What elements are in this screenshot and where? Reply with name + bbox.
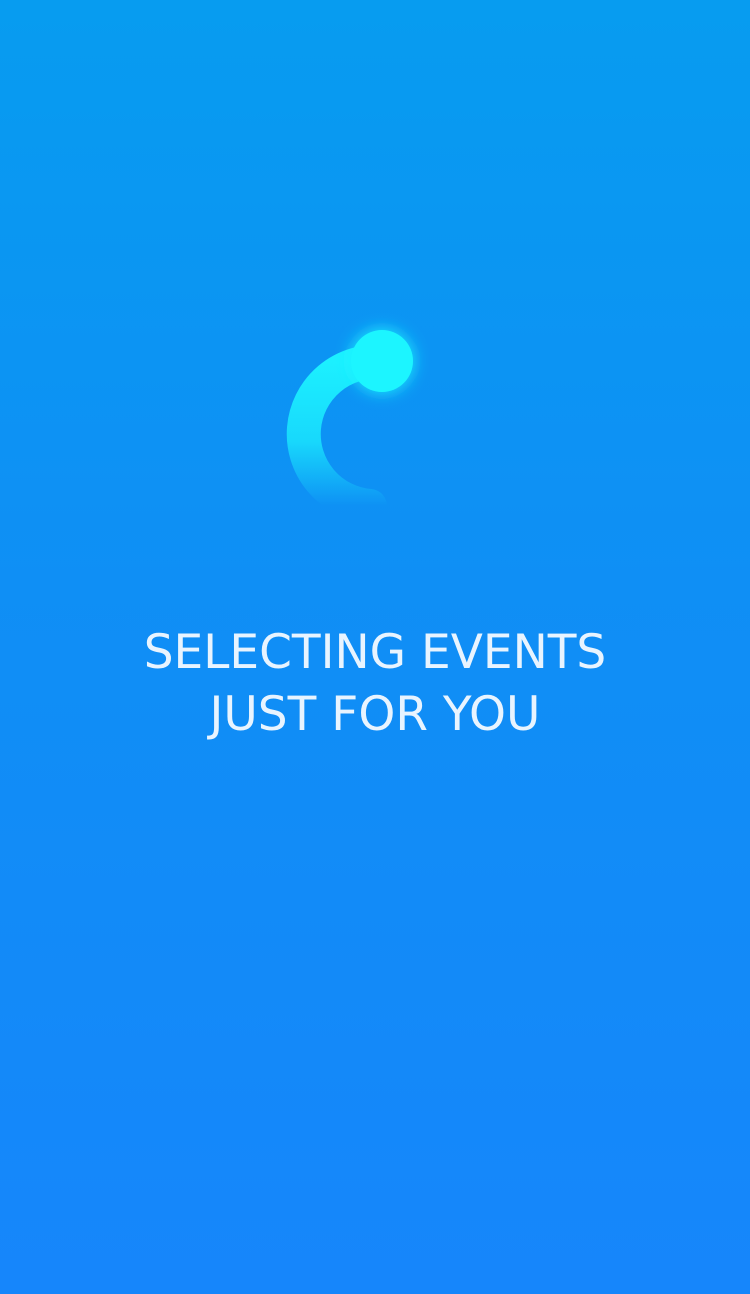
loading-message: SELECTING EVENTS JUST FOR YOU [0, 622, 750, 746]
loading-message-line-2: JUST FOR YOU [209, 687, 541, 742]
loading-spinner-icon [270, 300, 450, 540]
loading-message-line-1: SELECTING EVENTS [143, 625, 607, 680]
spinner-head [351, 330, 413, 392]
loading-screen: SELECTING EVENTS JUST FOR YOU [0, 0, 750, 1294]
